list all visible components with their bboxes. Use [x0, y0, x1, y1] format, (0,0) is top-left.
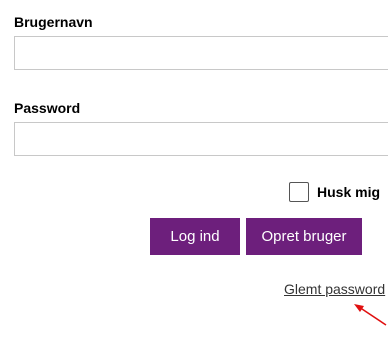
annotation-arrow-icon: [354, 304, 387, 326]
login-page: Brugernavn Password Husk mig Log ind Opr…: [0, 0, 388, 345]
